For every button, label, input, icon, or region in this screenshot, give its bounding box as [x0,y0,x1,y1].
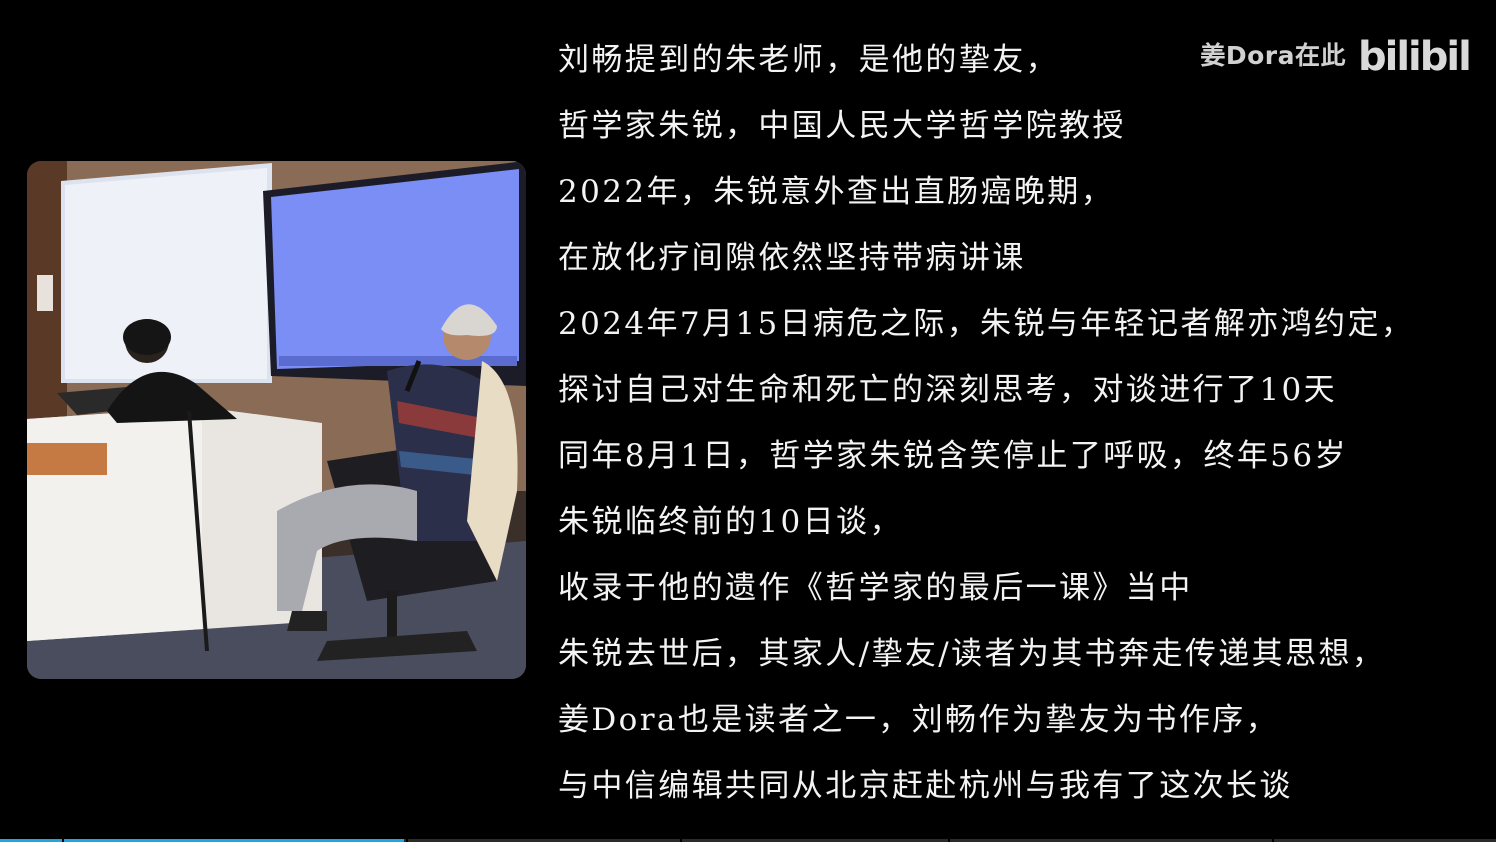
subtitle-line: 探讨自己对生命和死亡的深刻思考，对谈进行了10天 [558,372,1338,408]
bilibili-logo-text: bilibili [1358,34,1470,78]
bilibili-logo-icon: bilibili [1358,34,1470,78]
watermark: 姜Dora在此 bilibili [1200,30,1470,78]
subtitle-line: 在放化疗间隙依然坚持带病讲课 [558,240,1026,276]
lecture-photo [27,161,526,679]
photo-illustration [27,161,526,679]
subtitle-line: 朱锐临终前的10日谈， [558,504,903,540]
subtitle-block: 刘畅提到的朱老师，是他的挚友， 哲学家朱锐，中国人民大学哲学院教授 2022年，… [558,37,1478,829]
subtitle-line: 收录于他的遗作《哲学家的最后一课》当中 [558,570,1193,606]
subtitle-line: 朱锐去世后，其家人/挚友/读者为其书奔走传递其思想， [558,636,1386,672]
subtitle-line: 哲学家朱锐，中国人民大学哲学院教授 [558,108,1126,144]
uploader-name: 姜Dora在此 [1200,41,1346,70]
subtitle-line: 2024年7月15日病危之际，朱锐与年轻记者解亦鸿约定， [558,306,1415,342]
subtitle-line: 2022年，朱锐意外查出直肠癌晚期， [558,174,1115,210]
video-frame[interactable]: 刘畅提到的朱老师，是他的挚友， 哲学家朱锐，中国人民大学哲学院教授 2022年，… [0,0,1496,842]
subtitle-line: 同年8月1日，哲学家朱锐含笑停止了呼吸，终年56岁 [558,438,1348,474]
subtitle-line: 与中信编辑共同从北京赶赴杭州与我有了这次长谈 [558,768,1293,804]
subtitle-line: 姜Dora也是读者之一，刘畅作为挚友为书作序， [558,702,1280,738]
